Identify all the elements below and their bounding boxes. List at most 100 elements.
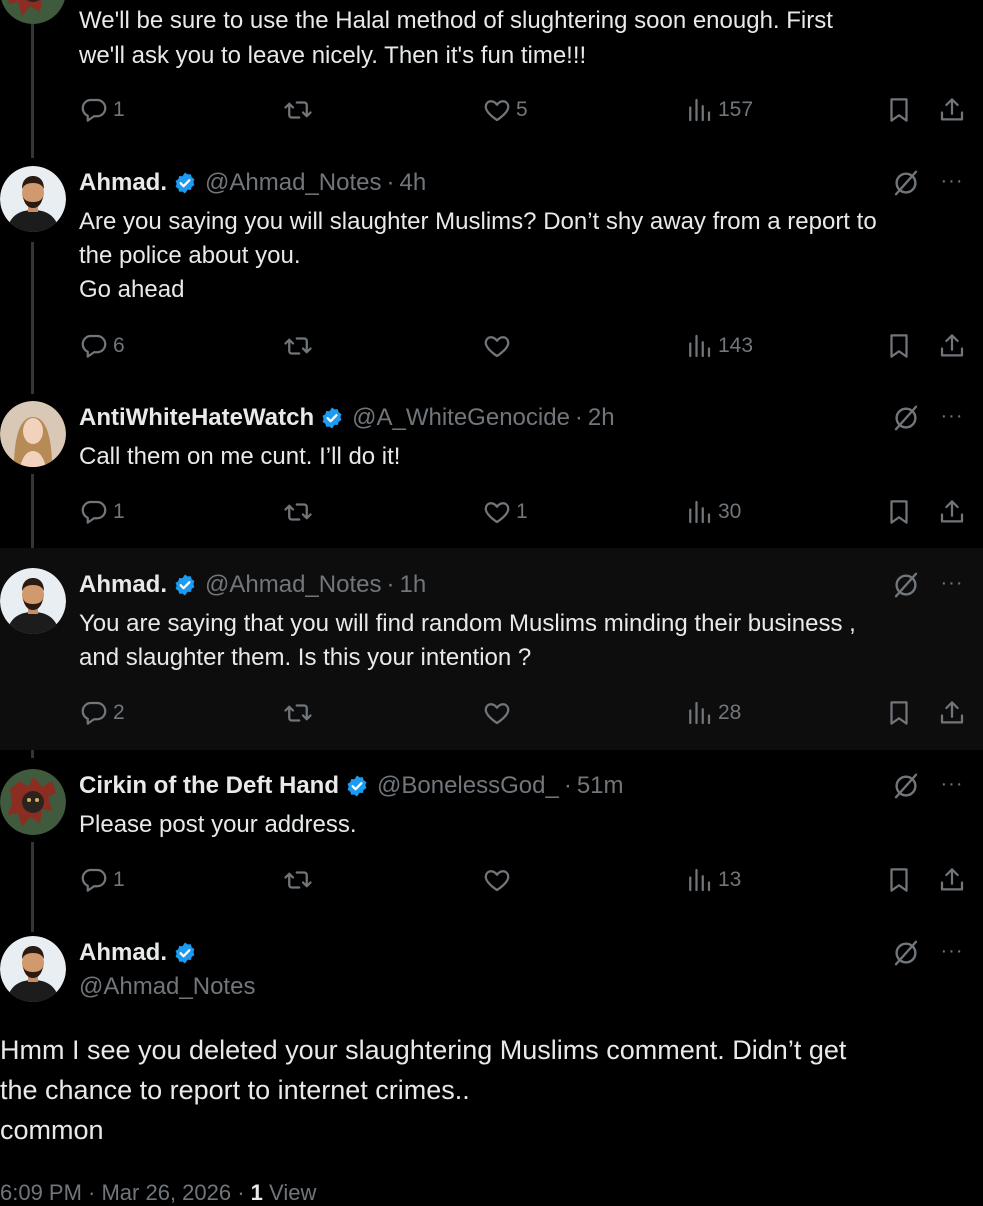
post-timestamp[interactable]: 6:09 PM · Mar 26, 2026 · <box>0 1180 251 1205</box>
avatar[interactable] <box>0 936 66 1002</box>
more-icon[interactable]: ··· <box>937 166 967 200</box>
avatar[interactable] <box>0 769 66 835</box>
display-name[interactable]: Ahmad. <box>79 939 167 967</box>
share-icon <box>937 95 967 125</box>
user-handle[interactable]: @BonelessGod_ <box>377 772 559 800</box>
share-icon <box>937 331 967 361</box>
like-button[interactable] <box>482 328 512 364</box>
user-handle[interactable]: @Ahmad_Notes <box>79 970 255 1004</box>
display-name[interactable]: Ahmad. <box>79 571 167 599</box>
bookmark-button[interactable] <box>884 92 914 128</box>
tweet-text-line: You are saying that you will find random… <box>79 610 856 637</box>
views-button[interactable]: 143 <box>684 328 753 364</box>
retweet-button[interactable] <box>283 862 313 898</box>
reply-tweet[interactable]: Cirkin of the Deft Hand @BonelessGod_ · … <box>0 769 983 919</box>
verified-badge-icon <box>173 573 197 597</box>
bookmark-button[interactable] <box>884 494 914 530</box>
main-tweet-text: Hmm I see you deleted your slaughtering … <box>0 1030 846 1150</box>
grok-icon[interactable] <box>891 570 921 600</box>
share-button[interactable] <box>937 92 967 128</box>
grok-icon[interactable] <box>891 771 921 801</box>
views-button[interactable]: 157 <box>684 92 753 128</box>
reply-button[interactable]: 6 <box>79 328 125 364</box>
tweet-text-line: common <box>0 1115 104 1145</box>
views-count: 13 <box>718 868 742 891</box>
bookmark-button[interactable] <box>884 695 914 731</box>
grok-icon[interactable] <box>891 403 921 433</box>
share-button[interactable] <box>937 494 967 530</box>
retweet-button[interactable] <box>283 494 313 530</box>
display-name[interactable]: Cirkin of the Deft Hand <box>79 772 339 800</box>
reply-count: 6 <box>113 334 125 357</box>
views-button[interactable]: 30 <box>684 494 741 530</box>
verified-badge-icon <box>320 406 344 430</box>
share-button[interactable] <box>937 695 967 731</box>
like-button[interactable]: 5 <box>482 92 528 128</box>
timestamp[interactable]: 51m <box>577 772 624 800</box>
separator: · <box>563 772 572 799</box>
more-icon[interactable]: ··· <box>937 401 967 435</box>
like-icon <box>482 497 512 527</box>
reply-button[interactable]: 1 <box>79 862 125 898</box>
like-button[interactable] <box>482 862 512 898</box>
user-handle[interactable]: @Ahmad_Notes <box>205 571 381 599</box>
retweet-button[interactable] <box>283 92 313 128</box>
reply-button[interactable]: 1 <box>79 494 125 530</box>
more-icon[interactable]: ··· <box>937 769 967 803</box>
bookmark-icon <box>884 497 914 527</box>
reply-tweet[interactable]: Ahmad. @Ahmad_Notes · 1h ··· You are say… <box>0 548 983 750</box>
share-button[interactable] <box>937 328 967 364</box>
like-icon <box>482 331 512 361</box>
tweet-text-line: we'll ask you to leave nicely. Then it's… <box>79 42 587 69</box>
avatar[interactable] <box>0 401 66 467</box>
reply-tweet[interactable]: AntiWhiteHateWatch @A_WhiteGenocide · 2h… <box>0 401 983 547</box>
more-icon[interactable]: ··· <box>937 936 967 970</box>
reply-count: 1 <box>113 868 125 891</box>
reply-button[interactable]: 1 <box>79 92 125 128</box>
like-button[interactable] <box>482 695 512 731</box>
bookmark-button[interactable] <box>884 328 914 364</box>
like-button[interactable]: 1 <box>482 494 528 530</box>
timestamp[interactable]: 2h <box>588 404 615 432</box>
share-icon <box>937 698 967 728</box>
bookmark-button[interactable] <box>884 862 914 898</box>
views-icon <box>684 497 714 527</box>
display-name[interactable]: AntiWhiteHateWatch <box>79 404 314 432</box>
separator: · <box>386 169 395 196</box>
more-icon[interactable]: ··· <box>937 568 967 602</box>
tweet-text-line: Call them on me cunt. I’ll do it! <box>79 443 401 470</box>
grok-icon[interactable] <box>891 938 921 968</box>
reply-button[interactable]: 2 <box>79 695 125 731</box>
user-handle[interactable]: @A_WhiteGenocide <box>352 404 570 432</box>
retweet-icon <box>283 698 313 728</box>
retweet-icon <box>283 865 313 895</box>
reply-count: 2 <box>113 701 125 724</box>
reply-icon <box>79 497 109 527</box>
tweet-actions: 1 13 <box>0 862 983 898</box>
retweet-button[interactable] <box>283 695 313 731</box>
views-button[interactable]: 28 <box>684 695 741 731</box>
views-button[interactable]: 13 <box>684 862 741 898</box>
reply-tweet[interactable]: Ahmad. @Ahmad_Notes · 4h ··· Are you say… <box>0 166 983 396</box>
tweet-header: AntiWhiteHateWatch @A_WhiteGenocide · 2h <box>79 401 615 435</box>
avatar[interactable] <box>0 568 66 634</box>
bookmark-icon <box>884 865 914 895</box>
views-icon <box>684 95 714 125</box>
tweet-text-line: Are you saying you will slaughter Muslim… <box>79 208 877 235</box>
grok-icon[interactable] <box>891 168 921 198</box>
timestamp[interactable]: 1h <box>399 571 426 599</box>
bookmark-icon <box>884 331 914 361</box>
share-button[interactable] <box>937 862 967 898</box>
avatar[interactable] <box>0 0 66 24</box>
views-count: 143 <box>718 334 754 357</box>
user-handle[interactable]: @Ahmad_Notes <box>205 169 381 197</box>
reply-icon <box>79 698 109 728</box>
like-icon <box>482 95 512 125</box>
views-icon <box>684 698 714 728</box>
display-name[interactable]: Ahmad. <box>79 169 167 197</box>
avatar[interactable] <box>0 166 66 232</box>
view-label: View <box>269 1180 317 1205</box>
tweet-text-line: Hmm I see you deleted your slaughtering … <box>0 1035 847 1065</box>
timestamp[interactable]: 4h <box>399 169 426 197</box>
retweet-button[interactable] <box>283 328 313 364</box>
